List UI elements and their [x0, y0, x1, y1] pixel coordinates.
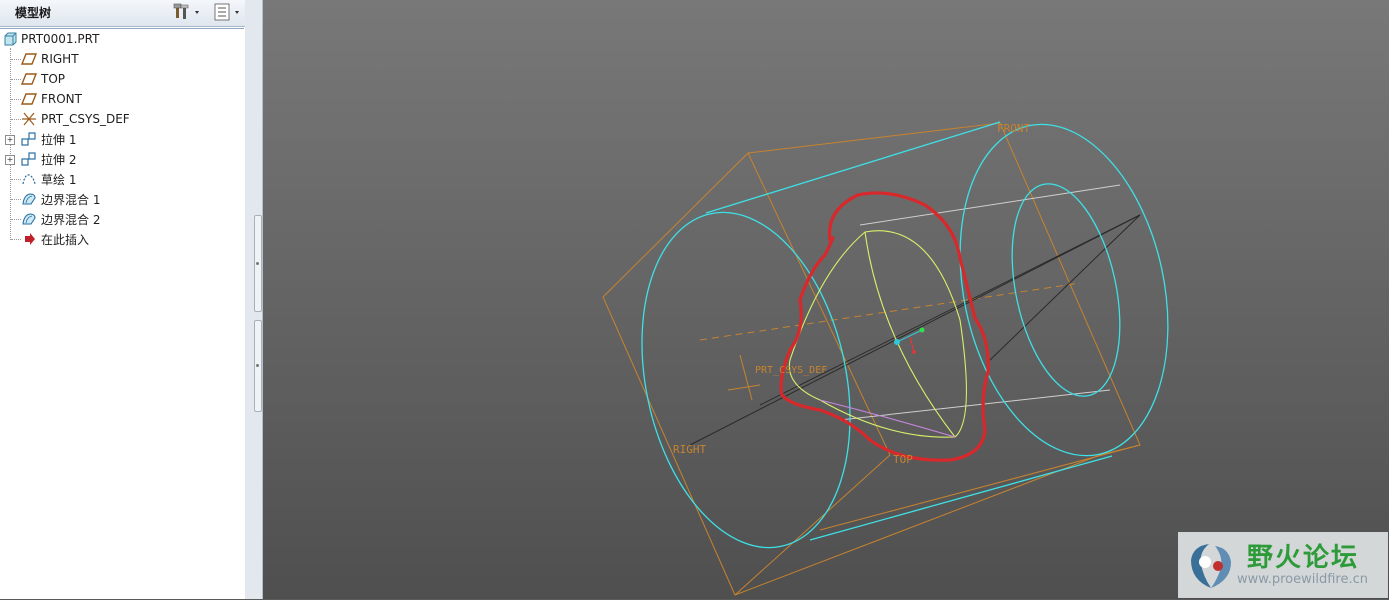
watermark-title: 野火论坛: [1247, 543, 1360, 573]
splitter-grip[interactable]: [254, 215, 262, 312]
insert-arrow-icon: [25, 233, 35, 245]
graphics-viewport[interactable]: FRONT RIGHT TOP PRT_CSYS_DEF 野火论坛 www.pr…: [263, 0, 1389, 599]
tree-item-label: 草绘 1: [41, 172, 77, 187]
forum-logo-icon: [1191, 544, 1231, 588]
tree-item-insert-here[interactable]: 在此插入: [0, 229, 240, 249]
tree-item-label: 拉伸 2: [41, 152, 77, 167]
tools-icon: [173, 3, 199, 19]
tree-item-extrude-2[interactable]: + 拉伸 2: [0, 149, 240, 169]
tree-item-boundary-blend-1[interactable]: 边界混合 1: [0, 189, 240, 209]
red-markup-stroke: [779, 191, 990, 462]
list-settings-icon: [214, 3, 239, 21]
tree-item-sketch-1[interactable]: 草绘 1: [0, 169, 240, 189]
forum-watermark: 野火论坛 www.proewildfire.cn: [1178, 532, 1388, 598]
right-plane-label: RIGHT: [673, 443, 706, 456]
tree-item-part[interactable]: PRT0001.PRT: [0, 29, 240, 49]
tree-item-top-plane[interactable]: TOP: [0, 69, 240, 89]
coordinate-system-icon: [22, 112, 36, 126]
boundary-blend-surface: [788, 230, 967, 438]
splitter-grip[interactable]: [254, 320, 262, 412]
expand-icon[interactable]: +: [5, 135, 15, 145]
show-options-button[interactable]: [212, 2, 244, 22]
extrude-icon: [21, 152, 36, 166]
tree-item-label: 在此插入: [41, 232, 90, 247]
tree-item-label: 边界混合 2: [41, 212, 101, 227]
expand-icon[interactable]: +: [5, 155, 15, 165]
boundary-blend-icon: [22, 213, 36, 225]
part-icon: [4, 32, 17, 46]
datum-plane-icon: [21, 93, 37, 105]
sketch-icon: [22, 174, 36, 185]
tree-item-front-plane[interactable]: FRONT: [0, 89, 240, 109]
settings-tools-button[interactable]: [172, 2, 204, 22]
model-scene: FRONT RIGHT TOP PRT_CSYS_DEF: [602, 121, 1169, 596]
datum-plane-icon: [21, 73, 37, 85]
tree-item-label: 边界混合 1: [41, 192, 101, 207]
model-tree-panel: 模型树 PRT0001.PRT RIGHT TOP FRONT PRT_CSYS…: [0, 0, 246, 599]
right-datum-plane: [689, 184, 1141, 446]
model-tree-header: 模型树: [0, 0, 245, 27]
datum-plane-icon: [21, 53, 37, 65]
tree-item-csys[interactable]: PRT_CSYS_DEF: [0, 109, 240, 129]
csys-label: PRT_CSYS_DEF: [755, 365, 827, 376]
tree-item-label: FRONT: [41, 92, 82, 106]
cylinder-outline: [641, 121, 1169, 549]
model-tree: PRT0001.PRT RIGHT TOP FRONT PRT_CSYS_DEF: [0, 28, 244, 600]
tree-item-right-plane[interactable]: RIGHT: [0, 49, 240, 69]
tree-item-label: 拉伸 1: [41, 132, 77, 147]
front-plane-label: FRONT: [997, 122, 1030, 135]
tree-item-label: PRT_CSYS_DEF: [41, 112, 130, 126]
dropdown-arrow-icon: [195, 11, 199, 14]
watermark-url: www.proewildfire.cn: [1237, 572, 1368, 587]
boundary-blend-icon: [22, 193, 36, 205]
tree-item-label: RIGHT: [41, 52, 79, 66]
tree-item-boundary-blend-2[interactable]: 边界混合 2: [0, 209, 240, 229]
panel-splitter[interactable]: [245, 0, 263, 599]
panel-title: 模型树: [15, 6, 52, 20]
tree-item-label: TOP: [41, 72, 66, 86]
extrude-icon: [21, 132, 36, 146]
tree-item-label: PRT0001.PRT: [21, 32, 100, 46]
tree-item-extrude-1[interactable]: + 拉伸 1: [0, 129, 240, 149]
top-plane-label: TOP: [893, 453, 913, 466]
